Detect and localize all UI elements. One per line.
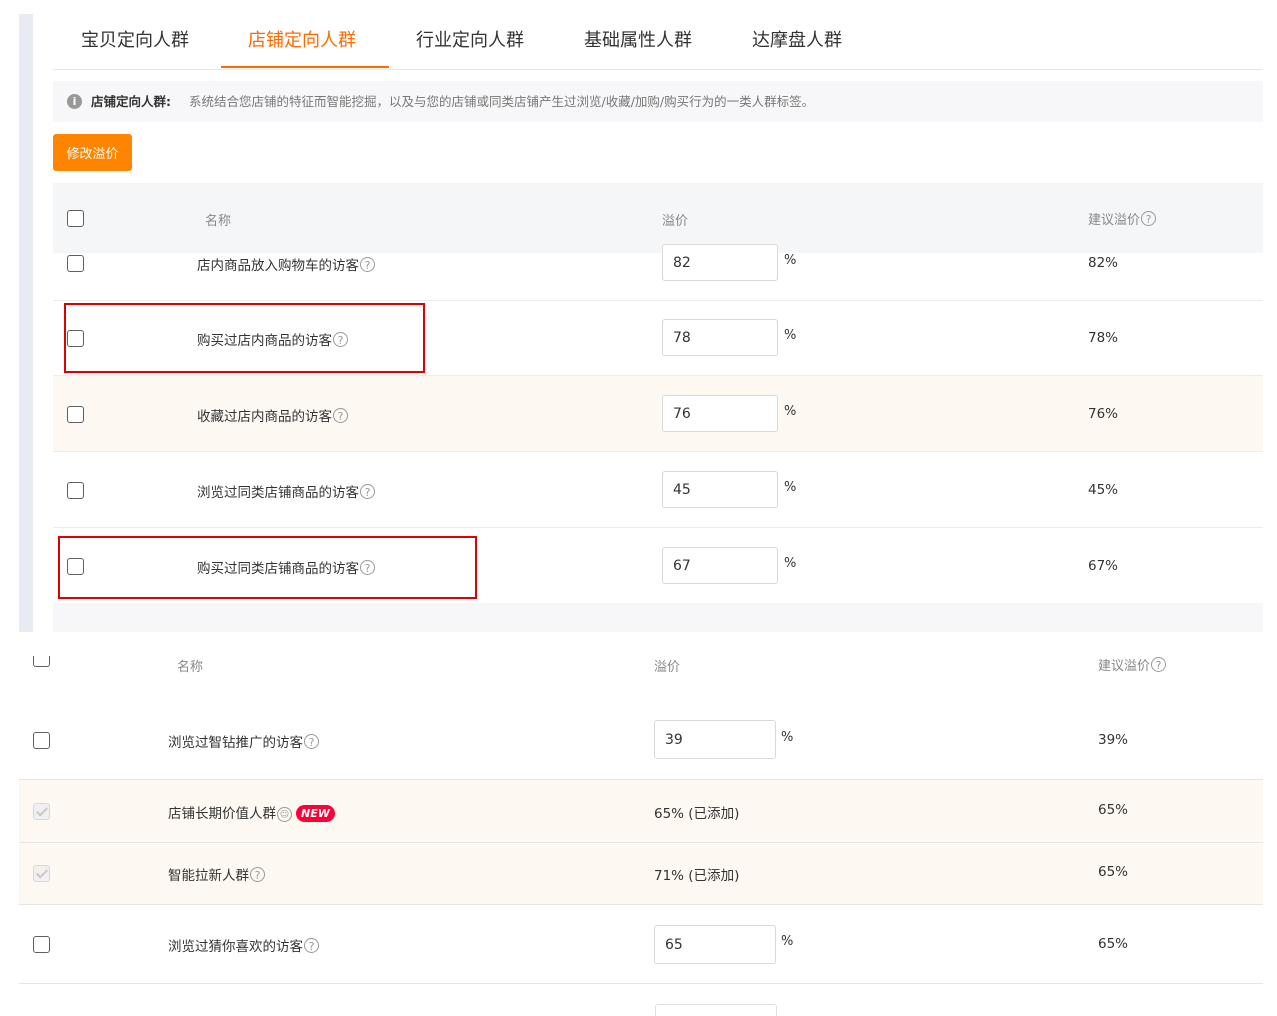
user-icon: ☺ — [277, 807, 292, 822]
percent-sign: % — [781, 730, 794, 745]
audience-name-text: 收藏过店内商品的访客 — [197, 409, 332, 425]
audience-tabs: 宝贝定向人群 店铺定向人群 行业定向人群 基础属性人群 达摩盘人群 — [53, 14, 1263, 70]
header-suggested: 建议溢价? — [1088, 209, 1157, 228]
suggested-premium: 82% — [1088, 255, 1119, 271]
percent-sign: % — [784, 328, 797, 343]
help-icon[interactable]: ? — [304, 938, 319, 953]
table-row: 智能拉新人群? 71% (已添加) 65% — [19, 843, 1263, 905]
info-text: 系统结合您店铺的特征而智能挖掘，以及与您的店铺或同类店铺产生过浏览/收藏/加购/… — [189, 94, 815, 109]
suggested-premium: 78% — [1088, 330, 1119, 346]
header-name: 名称 — [177, 660, 204, 675]
tab-industry-audience[interactable]: 行业定向人群 — [416, 26, 524, 52]
percent-sign: % — [784, 404, 797, 419]
percent-sign: % — [784, 253, 797, 268]
info-icon: i — [67, 94, 82, 109]
tab-shop-audience[interactable]: 店铺定向人群 — [248, 26, 356, 52]
premium-input[interactable]: 39 — [654, 720, 776, 759]
row-checkbox[interactable] — [67, 255, 84, 272]
audience-name-text: 浏览过智钻推广的访客 — [168, 735, 303, 751]
help-icon[interactable]: ? — [360, 257, 375, 272]
table-row: 浏览过智钻推广的访客? 39 % 39% — [19, 700, 1263, 780]
suggested-premium: 76% — [1088, 406, 1119, 422]
left-side-bar — [19, 14, 33, 632]
info-title: 店铺定向人群: — [91, 94, 171, 109]
audience-name-text: 店内商品放入购物车的访客 — [197, 258, 359, 274]
audience-name: 收藏过店内商品的访客? — [197, 405, 348, 425]
audience-name: 智能拉新人群? — [168, 864, 265, 884]
row-checkbox-disabled — [33, 803, 50, 820]
active-tab-indicator — [221, 66, 389, 68]
percent-sign: % — [781, 934, 794, 949]
help-icon[interactable]: ? — [360, 484, 375, 499]
panel-gap — [0, 632, 1277, 650]
premium-input[interactable]: 67 — [662, 547, 778, 584]
bottom-screenshot-panel: 名称 溢价 建议溢价? 浏览过智钻推广的访客? 39 % 39% 店铺长期价值人… — [0, 650, 1277, 1016]
premium-input[interactable]: 78 — [662, 319, 778, 356]
row-checkbox-disabled — [33, 865, 50, 882]
select-all-checkbox[interactable] — [33, 656, 50, 667]
table-row: 店铺长期价值人群 ☺ NEW 65% (已添加) 65% — [19, 780, 1263, 843]
select-all-checkbox[interactable] — [67, 210, 84, 227]
annotation-highlight-box — [64, 303, 425, 373]
tab-item-audience[interactable]: 宝贝定向人群 — [81, 26, 189, 52]
premium-input-cutoff — [655, 1004, 777, 1016]
help-icon[interactable]: ? — [1141, 211, 1157, 226]
help-icon[interactable]: ? — [333, 408, 348, 423]
table-header: 名称 溢价 建议溢价? — [19, 650, 1263, 700]
header-name: 名称 — [205, 214, 232, 229]
header-suggested-label: 建议溢价 — [1088, 213, 1141, 228]
suggested-premium: 65% — [1098, 802, 1129, 818]
suggested-premium: 39% — [1098, 732, 1129, 748]
audience-name: 浏览过智钻推广的访客? — [168, 731, 319, 751]
header-premium: 溢价 — [662, 214, 689, 229]
premium-status: 65% (已添加) — [654, 806, 740, 822]
premium-input[interactable]: 65 — [654, 925, 776, 964]
audience-name: 浏览过同类店铺商品的访客? — [197, 481, 375, 501]
suggested-premium: 45% — [1088, 482, 1119, 498]
audience-name: 浏览过猜你喜欢的访客? — [168, 935, 319, 955]
table-footer-strip — [53, 603, 1263, 632]
row-checkbox[interactable] — [67, 406, 84, 423]
table-row: 浏览过同类店铺商品的访客? 45 % 45% — [53, 452, 1263, 528]
premium-status: 71% (已添加) — [654, 868, 740, 884]
new-badge: NEW — [296, 805, 335, 822]
info-banner: i 店铺定向人群: 系统结合您店铺的特征而智能挖掘，以及与您的店铺或同类店铺产生… — [53, 81, 1263, 122]
premium-input[interactable]: 76 — [662, 395, 778, 432]
audience-name-text: 浏览过同类店铺商品的访客 — [197, 485, 359, 501]
header-suggested: 建议溢价? — [1098, 655, 1167, 674]
audience-name: 店内商品放入购物车的访客? — [197, 254, 375, 274]
audience-name: 店铺长期价值人群 ☺ NEW — [168, 802, 335, 822]
header-suggested-label: 建议溢价 — [1098, 659, 1151, 674]
suggested-premium: 65% — [1098, 864, 1129, 880]
tab-basic-attribute-audience[interactable]: 基础属性人群 — [584, 26, 692, 52]
percent-sign: % — [784, 480, 797, 495]
annotation-highlight-box — [58, 536, 477, 599]
audience-name-text: 智能拉新人群 — [168, 868, 249, 884]
table-header: 名称 溢价 建议溢价? — [53, 183, 1263, 253]
audience-name-text: 浏览过猜你喜欢的访客 — [168, 939, 303, 955]
help-icon[interactable]: ? — [304, 734, 319, 749]
header-premium: 溢价 — [654, 660, 681, 675]
table-row: 浏览过猜你喜欢的访客? 65 % 65% — [19, 905, 1263, 984]
row-checkbox[interactable] — [33, 732, 50, 749]
tab-damopan-audience[interactable]: 达摩盘人群 — [752, 26, 842, 52]
suggested-premium: 67% — [1088, 558, 1119, 574]
row-checkbox[interactable] — [33, 936, 50, 953]
premium-input[interactable]: 82 — [662, 244, 778, 281]
row-checkbox[interactable] — [67, 482, 84, 499]
audience-name-text: 店铺长期价值人群 — [168, 806, 276, 822]
premium-input[interactable]: 45 — [662, 471, 778, 508]
edit-premium-button[interactable]: 修改溢价 — [53, 134, 132, 171]
help-icon[interactable]: ? — [250, 867, 265, 882]
help-icon[interactable]: ? — [1151, 657, 1167, 672]
top-screenshot-panel: 宝贝定向人群 店铺定向人群 行业定向人群 基础属性人群 达摩盘人群 i 店铺定向… — [0, 0, 1277, 632]
percent-sign: % — [784, 556, 797, 571]
table-row: 收藏过店内商品的访客? 76 % 76% — [53, 376, 1263, 452]
table-row: 店内商品放入购物车的访客? 82 % 82% — [53, 244, 1263, 301]
suggested-premium: 65% — [1098, 936, 1129, 952]
